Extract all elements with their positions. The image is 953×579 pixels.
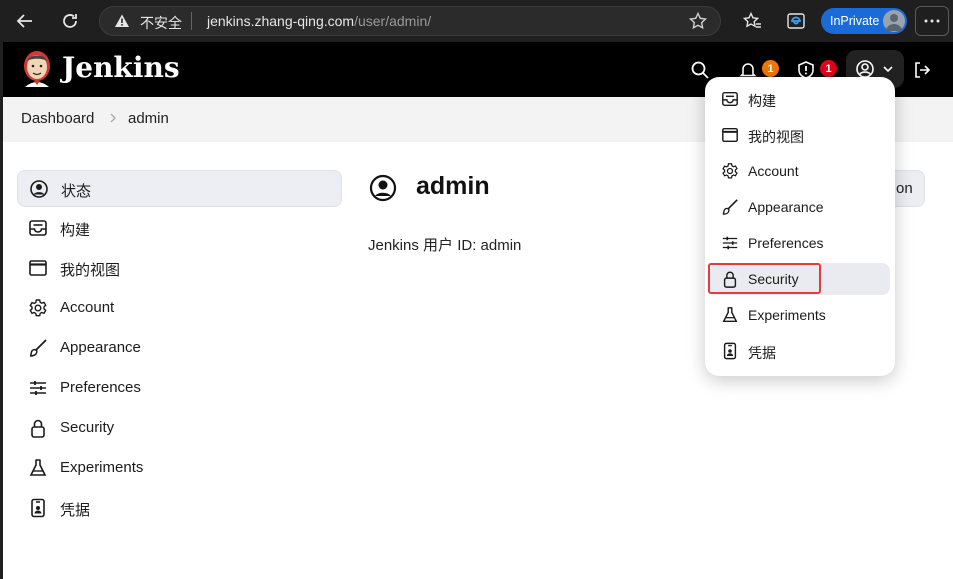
favorite-star-icon[interactable]: [688, 11, 708, 31]
sidebar-item-label: 我的视图: [60, 262, 121, 279]
inprivate-badge[interactable]: InPrivate: [821, 8, 907, 34]
gear-icon: [28, 298, 48, 318]
sidebar-item-account[interactable]: Account: [17, 290, 342, 327]
insecure-label: 不安全: [140, 15, 182, 31]
menu-item-label: Account: [748, 163, 799, 179]
user-avatar-icon: [369, 174, 397, 202]
menu-item-label: 构建: [748, 93, 776, 109]
breadcrumb-dashboard[interactable]: Dashboard: [21, 110, 94, 127]
refresh-icon[interactable]: [57, 8, 83, 34]
inprivate-label: InPrivate: [830, 14, 880, 28]
menu-item-build[interactable]: 构建: [708, 83, 890, 115]
menu-item-appearance[interactable]: Appearance: [708, 191, 890, 223]
logout-icon[interactable]: [908, 56, 936, 84]
address-bar[interactable]: 不安全 jenkins.zhang-qing.com/user/admin/: [99, 6, 721, 36]
sidebar-item-preferences[interactable]: Preferences: [17, 370, 342, 407]
back-arrow-icon[interactable]: [12, 8, 38, 34]
favorites-icon[interactable]: [739, 8, 765, 34]
sidebar-item-experiments[interactable]: Experiments: [17, 450, 342, 487]
profile-avatar: [883, 10, 905, 32]
menu-item-credentials[interactable]: 凭据: [708, 335, 890, 367]
menu-item-preferences[interactable]: Preferences: [708, 227, 890, 259]
menu-item-experiments[interactable]: Experiments: [708, 299, 890, 331]
sidebar-item-label: Appearance: [60, 339, 141, 356]
breadcrumb-admin[interactable]: admin: [128, 110, 169, 127]
jenkins-brand[interactable]: Jenkins: [62, 51, 180, 84]
inbox-icon: [28, 218, 48, 238]
sidebar-item-label: 凭据: [60, 502, 91, 519]
sidebar-item-label: Preferences: [60, 379, 141, 396]
sliders-icon: [721, 234, 739, 252]
user-dropdown-menu: 构建 我的视图 Account Appearance Preferences S…: [705, 77, 895, 376]
sidebar-item-build[interactable]: 构建: [17, 210, 342, 247]
flask-icon: [28, 458, 48, 478]
flask-icon: [721, 306, 739, 324]
menu-item-my-views[interactable]: 我的视图: [708, 119, 890, 151]
window-icon: [28, 258, 48, 278]
brush-icon: [721, 198, 739, 216]
user-circle-icon: [29, 179, 49, 199]
menu-item-label: Preferences: [748, 235, 824, 251]
sidebar-item-my-views[interactable]: 我的视图: [17, 250, 342, 287]
window-icon: [721, 126, 739, 144]
address-divider: [191, 12, 192, 30]
gear-icon: [721, 162, 739, 180]
chevron-down-icon: [882, 63, 894, 75]
security-highlight-box: [708, 263, 821, 294]
breadcrumb-chevron-icon: [108, 111, 118, 125]
sidebar-item-label: Account: [60, 299, 115, 316]
url-path: /user/admin/: [354, 13, 432, 29]
notifications-badge: 1: [762, 60, 779, 77]
credentials-icon: [28, 498, 48, 518]
sidebar-item-credentials[interactable]: 凭据: [17, 490, 342, 527]
sidebar-item-security[interactable]: Security: [17, 410, 342, 447]
sidebar-item-label: 构建: [60, 222, 91, 239]
warning-icon: [114, 13, 130, 29]
menu-item-label: 我的视图: [748, 129, 804, 145]
browser-menu-button[interactable]: [915, 6, 949, 36]
menu-item-label: Experiments: [748, 307, 826, 323]
user-circle-icon: [855, 59, 875, 79]
browser-toolbar: 不安全 jenkins.zhang-qing.com/user/admin/ I…: [0, 0, 953, 42]
menu-item-account[interactable]: Account: [708, 155, 890, 187]
sidebar-item-label: 状态: [61, 183, 92, 200]
inbox-icon: [721, 90, 739, 108]
security-badge: 1: [820, 60, 837, 77]
jenkins-logo[interactable]: [20, 49, 54, 89]
sidebar-item-appearance[interactable]: Appearance: [17, 330, 342, 367]
url-host: jenkins.zhang-qing.com: [207, 13, 355, 29]
sidebar-item-status[interactable]: 状态: [17, 170, 342, 207]
page-title: admin: [416, 172, 490, 200]
user-id-text: Jenkins 用户 ID: admin: [368, 237, 522, 254]
edge-extension-icon[interactable]: [783, 8, 809, 34]
sliders-icon: [28, 378, 48, 398]
url-text: jenkins.zhang-qing.com/user/admin/: [207, 13, 431, 29]
menu-item-label: Appearance: [748, 199, 824, 215]
menu-item-label: 凭据: [748, 345, 776, 361]
sidebar-item-label: Experiments: [60, 459, 144, 476]
lock-icon: [28, 418, 48, 438]
credentials-icon: [721, 342, 739, 360]
sidebar-item-label: Security: [60, 419, 115, 436]
brush-icon: [28, 338, 48, 358]
edit-description-label: on: [896, 180, 913, 197]
